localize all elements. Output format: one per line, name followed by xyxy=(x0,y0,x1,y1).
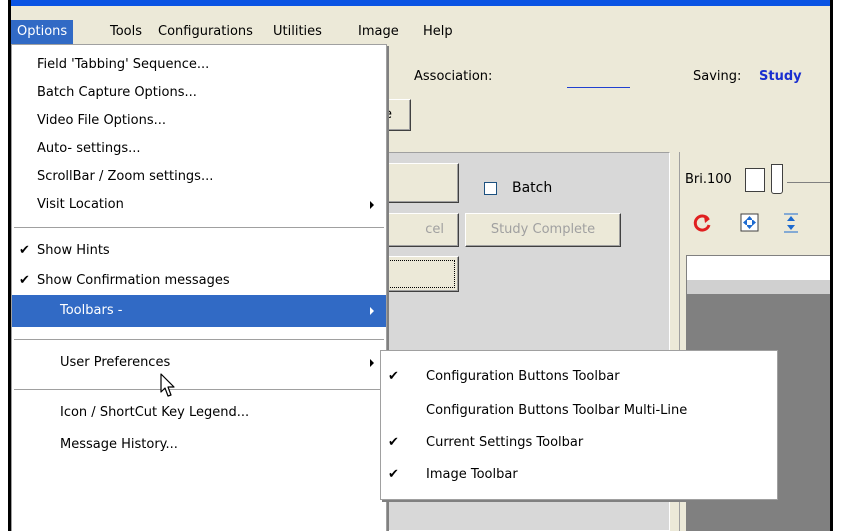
menu-item-label: Message History... xyxy=(60,437,178,452)
menu-image[interactable]: Image xyxy=(352,20,405,44)
study-complete-label: Study Complete xyxy=(490,222,596,237)
focused-button[interactable] xyxy=(381,256,459,292)
menu-item-show-hints[interactable]: ✔ Show Hints xyxy=(12,237,386,264)
fit-window-icon[interactable] xyxy=(739,212,761,234)
submenu-item-config-buttons-multiline[interactable]: Configuration Buttons Toolbar Multi-Line xyxy=(381,395,777,427)
checkmark-icon: ✔ xyxy=(19,273,30,288)
submenu-arrow-icon xyxy=(370,307,374,315)
menu-item-label: Show Hints xyxy=(37,243,110,258)
menu-item-batch-capture[interactable]: Batch Capture Options... xyxy=(12,79,386,106)
menu-help[interactable]: Help xyxy=(417,20,459,44)
submenu-arrow-icon xyxy=(370,359,374,367)
batch-checkbox[interactable] xyxy=(484,182,497,195)
submenu-item-config-buttons-toolbar[interactable]: ✔ Configuration Buttons Toolbar xyxy=(381,361,777,393)
menu-item-toolbars[interactable]: Toolbars - xyxy=(12,295,386,327)
submenu-arrow-icon xyxy=(370,201,374,209)
brightness-thumb[interactable] xyxy=(771,164,783,194)
menu-item-label: Configuration Buttons Toolbar Multi-Line xyxy=(426,403,688,418)
menu-item-visit-location[interactable]: Visit Location xyxy=(12,191,386,218)
checkmark-icon: ✔ xyxy=(19,243,30,258)
menu-item-label: Current Settings Toolbar xyxy=(426,435,584,450)
menu-item-label: Configuration Buttons Toolbar xyxy=(426,369,620,384)
menu-item-scrollbar-zoom[interactable]: ScrollBar / Zoom settings... xyxy=(12,163,386,190)
menu-item-user-preferences[interactable]: User Preferences xyxy=(12,347,386,379)
focus-rect xyxy=(385,260,455,288)
menu-item-show-confirmation[interactable]: ✔ Show Confirmation messages xyxy=(12,267,386,294)
config-button[interactable] xyxy=(381,163,459,203)
refresh-icon[interactable] xyxy=(691,212,713,234)
menu-item-label: ScrollBar / Zoom settings... xyxy=(37,169,214,184)
menu-item-label: Auto- settings... xyxy=(37,141,141,156)
menu-item-label: Toolbars - xyxy=(60,303,123,318)
menu-item-label: Field 'Tabbing' Sequence... xyxy=(37,57,210,72)
menu-separator xyxy=(14,339,384,341)
cancel-button-label: cel xyxy=(425,222,444,237)
menu-item-message-history[interactable]: Message History... xyxy=(12,429,386,461)
study-complete-button[interactable]: Study Complete xyxy=(465,213,621,247)
menu-item-label: Batch Capture Options... xyxy=(37,85,197,100)
menu-tools[interactable]: Tools xyxy=(104,20,148,44)
menu-utilities[interactable]: Utilities xyxy=(267,20,328,44)
menu-item-field-tabbing[interactable]: Field 'Tabbing' Sequence... xyxy=(12,51,386,78)
menu-item-label: Icon / ShortCut Key Legend... xyxy=(60,405,250,420)
menu-item-video-file[interactable]: Video File Options... xyxy=(12,107,386,134)
menu-item-label: Visit Location xyxy=(37,197,124,212)
checkmark-icon: ✔ xyxy=(388,369,399,384)
menu-item-auto-settings[interactable]: Auto- settings... xyxy=(12,135,386,162)
association-value[interactable] xyxy=(567,87,630,88)
menu-item-label: Video File Options... xyxy=(37,113,166,128)
slider-track xyxy=(787,182,830,183)
image-strip-light xyxy=(687,280,830,294)
menu-configurations[interactable]: Configurations xyxy=(152,20,259,44)
saving-label: Saving: xyxy=(693,69,742,84)
menu-bar: Options Tools Configurations Utilities I… xyxy=(11,20,830,44)
brightness-slider[interactable] xyxy=(745,168,765,192)
menu-item-icon-legend[interactable]: Icon / ShortCut Key Legend... xyxy=(12,397,386,429)
checkmark-icon: ✔ xyxy=(388,467,399,482)
batch-label: Batch xyxy=(512,180,553,196)
brightness-label: Bri.100 xyxy=(685,172,732,187)
menu-item-label: Image Toolbar xyxy=(426,467,518,482)
submenu-item-current-settings-toolbar[interactable]: ✔ Current Settings Toolbar xyxy=(381,427,777,459)
menu-item-label: Show Confirmation messages xyxy=(37,273,230,288)
mouse-cursor-icon xyxy=(160,373,175,397)
toolbars-submenu: ✔ Configuration Buttons Toolbar Configura… xyxy=(380,350,778,500)
screen: Options Tools Configurations Utilities I… xyxy=(0,0,841,531)
options-menu: Field 'Tabbing' Sequence... Batch Captur… xyxy=(11,44,387,531)
fit-height-icon[interactable] xyxy=(781,212,803,234)
submenu-item-image-toolbar[interactable]: ✔ Image Toolbar xyxy=(381,459,777,491)
saving-value: Study xyxy=(759,69,802,84)
cancel-button[interactable]: cel xyxy=(381,213,459,247)
title-bar xyxy=(11,0,830,6)
menu-separator xyxy=(14,389,384,391)
checkmark-icon: ✔ xyxy=(388,435,399,450)
menu-separator xyxy=(14,227,384,229)
menu-item-label: User Preferences xyxy=(60,355,171,370)
menu-options[interactable]: Options xyxy=(11,20,74,44)
right-border xyxy=(830,0,833,531)
association-label: Association: xyxy=(414,69,493,84)
